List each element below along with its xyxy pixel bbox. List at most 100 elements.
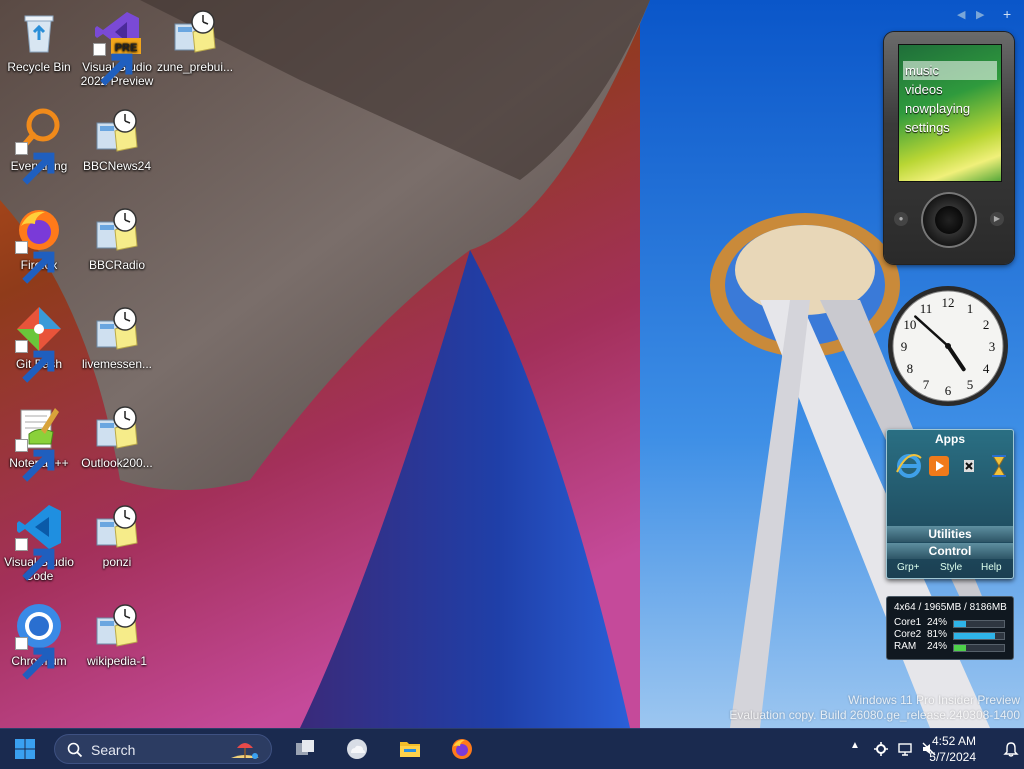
gadget-file-icon [96,505,138,548]
task-view-button[interactable] [289,733,321,765]
calculator-icon[interactable] [955,452,983,480]
weather-cloud-icon [347,739,367,759]
gadget-prev-icon[interactable]: ◀ [957,8,965,21]
taskbar-date: 5/7/2024 [929,750,976,764]
icon-label: BBCRadio [88,258,146,272]
settings-tray-icon[interactable] [873,741,889,757]
windows-evaluation-watermark: Windows 11 Pro Insider Preview Evaluatio… [729,693,1020,723]
firefox-taskbar-button[interactable] [446,733,478,765]
hourglass-icon[interactable] [985,452,1013,480]
clock-number: 11 [920,301,933,316]
desktop-icon-livemessenger[interactable]: livemessen... [77,305,157,371]
zune-wheel[interactable] [921,192,977,248]
apps-gadget-icons [891,452,1009,482]
gadget-file-icon [96,208,138,251]
desktop-icon-wikipedia[interactable]: wikipedia-1 [77,602,157,668]
apps-grp-plus-button[interactable]: Grp+ [897,562,920,573]
zune-menu-nowplaying[interactable]: nowplaying [903,99,997,118]
apps-gadget-title: Apps [935,432,965,446]
apps-gadget[interactable]: Apps Utilities Control Grp+ Style Help [886,429,1014,579]
meter-fill [954,633,995,639]
taskbar-search-box[interactable]: Search [54,734,272,764]
task-view-icon [296,740,314,755]
apps-style-button[interactable]: Style [940,562,962,573]
desktop-icon-firefox[interactable]: Firefox [0,206,79,284]
cpu-meter-gadget[interactable]: 4x64 / 1965MB / 8186MB Core1 24% Core2 8… [886,596,1014,660]
cpu-row-meter [953,620,1005,628]
taskbar-clock[interactable]: 4:52 AM 5/7/2024 [929,733,976,765]
zune-menu-videos[interactable]: videos [903,80,997,99]
cpu-row-percent: 81% [927,629,948,640]
desktop-icon-notepad-plus-plus[interactable]: Notepad++ [0,404,79,482]
show-hidden-icons-chevron-icon[interactable]: ▲ [850,740,866,756]
apps-gadget-footer: Grp+ Style Help [887,560,1013,576]
apps-utilities-section[interactable]: Utilities [887,526,1013,542]
widgets-button[interactable] [341,733,373,765]
search-highlight-beach-icon [231,743,259,759]
desktop-icon-everything[interactable]: Everything [0,107,79,185]
apps-control-section[interactable]: Control [887,543,1013,559]
gadget-file-icon [96,307,138,350]
desktop-icon-bbcradio[interactable]: BBCRadio [77,206,157,272]
gadget-next-icon[interactable]: ▶ [976,8,984,21]
clock-number: 12 [942,295,955,310]
recycle-bin-icon [24,15,54,53]
internet-explorer-icon[interactable] [895,452,923,480]
clock-number: 3 [989,339,996,354]
icon-label: Recycle Bin [7,60,71,74]
network-icon[interactable] [897,741,913,757]
shortcut-arrow-icon [15,637,55,680]
add-gadget-icon[interactable]: + [1003,6,1011,22]
file-explorer-button[interactable] [394,733,426,765]
shortcut-arrow-icon [15,241,55,284]
desktop-icon-visual-studio-preview[interactable]: PRE Visual Studio 2022 Preview [77,8,157,88]
cpu-row-meter [953,632,1005,640]
icon-label: Outlook200... [81,456,153,470]
zune-screen: music videos nowplaying settings [898,44,1002,182]
shortcut-arrow-icon [93,43,133,86]
ram-meter-row: RAM 24% [894,641,1008,653]
desktop-icon-ponzi[interactable]: ponzi [77,503,157,569]
media-player-icon[interactable] [925,452,953,480]
zune-menu-music[interactable]: music [903,61,997,80]
desktop-icon-bbcnews24[interactable]: BBCNews24 [77,107,157,173]
desktop-icon-git-bash[interactable]: Git Bash [0,305,79,383]
shortcut-arrow-icon [15,340,55,383]
cpu-meter-caption: 4x64 / 1965MB / 8186MB [894,602,1007,613]
zune-gadget[interactable]: music videos nowplaying settings ● ▶ [884,32,1014,264]
shortcut-arrow-icon [15,439,55,482]
clock-number: 6 [945,383,952,398]
gadget-file-icon [96,109,138,152]
apps-help-button[interactable]: Help [981,562,1002,573]
desktop-icon-outlook[interactable]: Outlook200... [77,404,157,470]
gadget-file-icon [96,604,138,647]
meter-fill [954,621,966,627]
clock-number: 1 [967,301,974,316]
cpu-row-label: RAM [894,641,917,652]
taskbar-time: 4:52 AM [931,734,976,748]
cpu-row-meter [953,644,1005,652]
icon-label: livemessen... [81,357,153,371]
icon-label: zune_prebui... [156,60,234,74]
start-button[interactable] [9,733,41,765]
taskbar: Search ▲ 4:52 AM 5/7/2024 [0,728,1024,769]
zune-menu-settings[interactable]: settings [903,118,997,137]
shortcut-arrow-icon [15,538,55,581]
windows-start-icon [15,739,35,759]
clock-number: 5 [967,377,974,392]
cpu-meter-row: Core1 24% [894,617,1008,629]
notification-bell-icon[interactable] [1003,741,1019,757]
cpu-row-percent: 24% [927,617,948,628]
desktop-icon-recycle-bin[interactable]: Recycle Bin [0,8,79,74]
icon-label: ponzi [102,555,132,569]
zune-play-pause-button[interactable]: ▶ [990,212,1004,226]
icon-label: BBCNews24 [82,159,152,173]
desktop-icon-vscode[interactable]: Visual Studio Code [0,503,79,583]
cpu-meter-row: Core2 81% [894,629,1008,641]
cpu-row-percent: 24% [927,641,948,652]
search-icon [67,742,83,758]
desktop-icon-zune-prebuild[interactable]: zune_prebui... [155,8,235,74]
cpu-row-label: Core2 [894,629,922,640]
zune-back-button[interactable]: ● [894,212,908,226]
desktop-icon-chromium[interactable]: Chromium [0,602,79,680]
